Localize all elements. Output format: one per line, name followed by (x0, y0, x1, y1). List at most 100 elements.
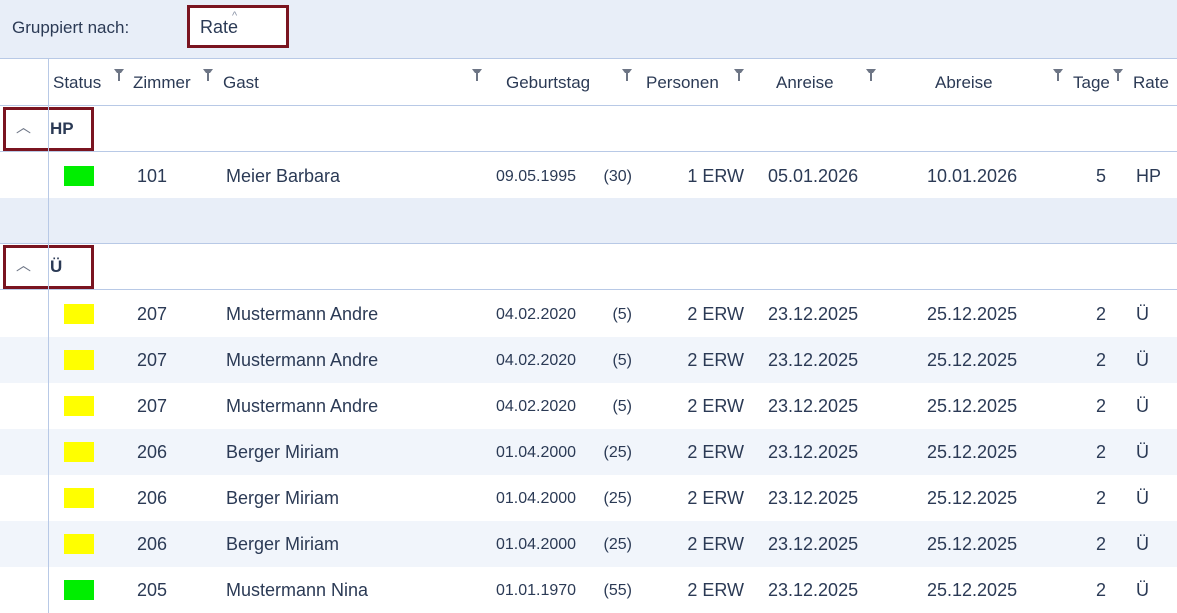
cell-gast: Berger Miriam (226, 488, 340, 508)
cell-personen: 1 ERW (687, 166, 744, 186)
column-header-status[interactable]: Status (53, 73, 101, 93)
cell-tage: 2 (1095, 396, 1106, 416)
cell-alter: (55) (603, 582, 632, 599)
status-indicator (64, 166, 94, 186)
cell-personen: 2 ERW (687, 304, 744, 324)
group-row-ue[interactable]: ︿ Ü (0, 244, 1177, 290)
status-indicator (64, 534, 94, 554)
cell-rate: Ü (1136, 350, 1149, 370)
table-row[interactable]: 206 Berger Miriam 01.04.2000 (25) 2 ERW … (0, 429, 1177, 475)
cell-anreise: 23.12.2025 (768, 304, 859, 324)
cell-alter: (5) (612, 398, 632, 415)
cell-zimmer: 205 (137, 580, 168, 600)
group-name: Ü (50, 257, 63, 276)
cell-rate: HP (1136, 166, 1162, 186)
column-header-rate[interactable]: Rate (1133, 73, 1169, 93)
cell-geburtstag: 01.04.2000 (496, 490, 577, 507)
filter-icon[interactable] (114, 69, 124, 82)
cell-rate: Ü (1136, 304, 1149, 324)
status-indicator (64, 350, 94, 370)
table-row[interactable]: 101 Meier Barbara 09.05.1995 (30) 1 ERW … (0, 153, 1177, 199)
cell-personen: 2 ERW (687, 350, 744, 370)
cell-zimmer: 101 (137, 166, 168, 186)
group-by-label: Gruppiert nach: (12, 18, 130, 37)
group-by-chip-rate[interactable]: ^ Rate (187, 5, 289, 48)
cell-rate: Ü (1136, 580, 1149, 600)
cell-anreise: 23.12.2025 (768, 488, 859, 508)
cell-alter: (25) (603, 444, 632, 461)
cell-gast: Berger Miriam (226, 442, 340, 462)
column-header-zimmer[interactable]: Zimmer (133, 73, 191, 93)
cell-tage: 2 (1095, 350, 1106, 370)
status-indicator (64, 396, 94, 416)
table-row[interactable]: 206 Berger Miriam 01.04.2000 (25) 2 ERW … (0, 475, 1177, 521)
cell-tage: 2 (1095, 304, 1106, 324)
column-header-personen[interactable]: Personen (646, 73, 719, 93)
cell-alter: (25) (603, 490, 632, 507)
cell-personen: 2 ERW (687, 580, 744, 600)
cell-zimmer: 206 (137, 488, 168, 508)
cell-alter: (5) (612, 306, 632, 323)
filter-icon[interactable] (203, 69, 213, 82)
cell-anreise: 23.12.2025 (768, 534, 859, 554)
cell-gast: Meier Barbara (226, 166, 341, 186)
group-spacer (0, 198, 1177, 244)
cell-anreise: 23.12.2025 (768, 350, 859, 370)
chevron-up-icon[interactable]: ︿ (16, 254, 31, 275)
cell-tage: 5 (1095, 166, 1106, 186)
cell-personen: 2 ERW (687, 534, 744, 554)
cell-gast: Mustermann Andre (226, 396, 379, 416)
filter-icon[interactable] (866, 69, 876, 82)
table-row[interactable]: 207 Mustermann Andre 04.02.2020 (5) 2 ER… (0, 383, 1177, 429)
gutter-divider (48, 58, 49, 613)
status-indicator (64, 304, 94, 324)
column-header-tage[interactable]: Tage (1073, 73, 1109, 93)
cell-alter: (5) (612, 352, 632, 369)
cell-rate: Ü (1136, 442, 1149, 462)
cell-personen: 2 ERW (687, 396, 744, 416)
cell-tage: 2 (1095, 534, 1106, 554)
cell-anreise: 23.12.2025 (768, 442, 859, 462)
cell-geburtstag: 01.01.1970 (496, 582, 577, 599)
group-by-bar: Gruppiert nach: ^ Rate (0, 0, 1177, 58)
cell-geburtstag: 01.04.2000 (496, 444, 577, 461)
cell-gast: Mustermann Andre (226, 350, 379, 370)
cell-tage: 2 (1095, 580, 1106, 600)
table-row[interactable]: 205 Mustermann Nina 01.01.1970 (55) 2 ER… (0, 567, 1177, 613)
column-header-gast[interactable]: Gast (223, 73, 259, 93)
cell-rate: Ü (1136, 534, 1149, 554)
column-header-abreise[interactable]: Abreise (935, 73, 993, 93)
column-header-geburtstag[interactable]: Geburtstag (506, 73, 590, 93)
column-header-anreise[interactable]: Anreise (776, 73, 834, 93)
filter-icon[interactable] (622, 69, 632, 82)
chevron-up-icon[interactable]: ︿ (16, 116, 31, 137)
filter-icon[interactable] (1113, 69, 1123, 82)
cell-geburtstag: 04.02.2020 (496, 398, 577, 415)
cell-alter: (30) (603, 168, 632, 185)
cell-abreise: 25.12.2025 (927, 396, 1018, 416)
filter-icon[interactable] (472, 69, 482, 82)
filter-icon[interactable] (1053, 69, 1063, 82)
cell-abreise: 25.12.2025 (927, 350, 1018, 370)
status-indicator (64, 580, 94, 600)
cell-geburtstag: 04.02.2020 (496, 306, 577, 323)
cell-abreise: 25.12.2025 (927, 304, 1018, 324)
cell-anreise: 05.01.2026 (768, 166, 859, 186)
table-row[interactable]: 206 Berger Miriam 01.04.2000 (25) 2 ERW … (0, 521, 1177, 567)
cell-abreise: 25.12.2025 (927, 442, 1018, 462)
cell-abreise: 25.12.2025 (927, 488, 1018, 508)
grid-header: Status Zimmer Gast Geburtstag Personen A… (0, 58, 1177, 106)
group-row-hp[interactable]: ︿ HP (0, 106, 1177, 152)
filter-icon[interactable] (734, 69, 744, 82)
table-row[interactable]: 207 Mustermann Andre 04.02.2020 (5) 2 ER… (0, 291, 1177, 337)
cell-zimmer: 207 (137, 350, 168, 370)
table-row[interactable]: 207 Mustermann Andre 04.02.2020 (5) 2 ER… (0, 337, 1177, 383)
cell-anreise: 23.12.2025 (768, 580, 859, 600)
cell-gast: Mustermann Andre (226, 304, 379, 324)
status-indicator (64, 442, 94, 462)
cell-gast: Mustermann Nina (226, 580, 369, 600)
cell-zimmer: 207 (137, 396, 168, 416)
group-by-chip-label: Rate (200, 17, 239, 37)
cell-rate: Ü (1136, 396, 1149, 416)
cell-abreise: 25.12.2025 (927, 534, 1018, 554)
